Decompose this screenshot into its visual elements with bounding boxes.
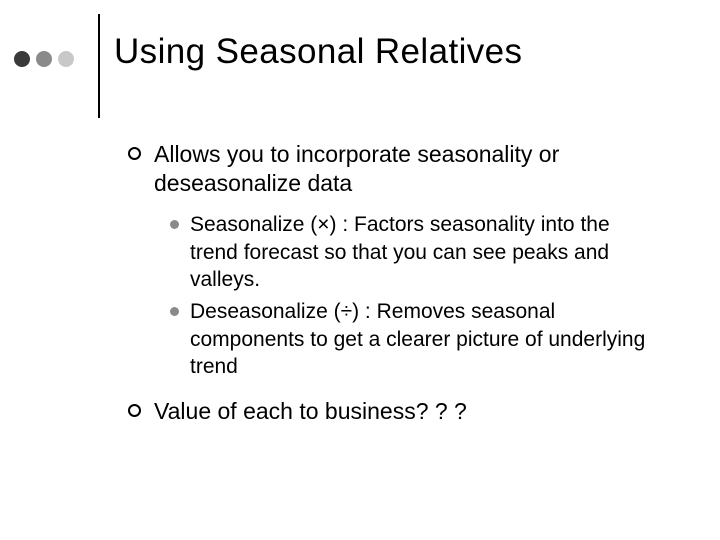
slide: Using Seasonal Relatives Allows you to i… bbox=[0, 0, 720, 540]
dot-icon bbox=[14, 51, 30, 67]
list-item-text: Deseasonalize (÷) : Removes seasonal com… bbox=[190, 300, 645, 378]
list-item: Seasonalize (×) : Factors seasonality in… bbox=[170, 211, 658, 294]
list-item: Deseasonalize (÷) : Removes seasonal com… bbox=[170, 298, 658, 381]
list-item-text: Seasonalize (×) : Factors seasonality in… bbox=[190, 213, 610, 291]
list-item-text: Value of each to business? ? ? bbox=[154, 398, 467, 424]
slide-title: Using Seasonal Relatives bbox=[114, 32, 522, 72]
sub-list: Seasonalize (×) : Factors seasonality in… bbox=[170, 211, 658, 381]
list-item: Value of each to business? ? ? bbox=[128, 397, 658, 426]
dot-icon bbox=[36, 51, 52, 67]
slide-body: Allows you to incorporate seasonality or… bbox=[128, 140, 658, 439]
list-item-text: Allows you to incorporate seasonality or… bbox=[154, 141, 559, 196]
disc-bullet-icon bbox=[170, 307, 179, 316]
ring-bullet-icon bbox=[128, 147, 141, 160]
list-item: Allows you to incorporate seasonality or… bbox=[128, 140, 658, 199]
dot-icon bbox=[58, 51, 74, 67]
disc-bullet-icon bbox=[170, 220, 179, 229]
decorative-dots bbox=[14, 51, 74, 67]
vertical-rule bbox=[98, 14, 100, 118]
ring-bullet-icon bbox=[128, 404, 141, 417]
